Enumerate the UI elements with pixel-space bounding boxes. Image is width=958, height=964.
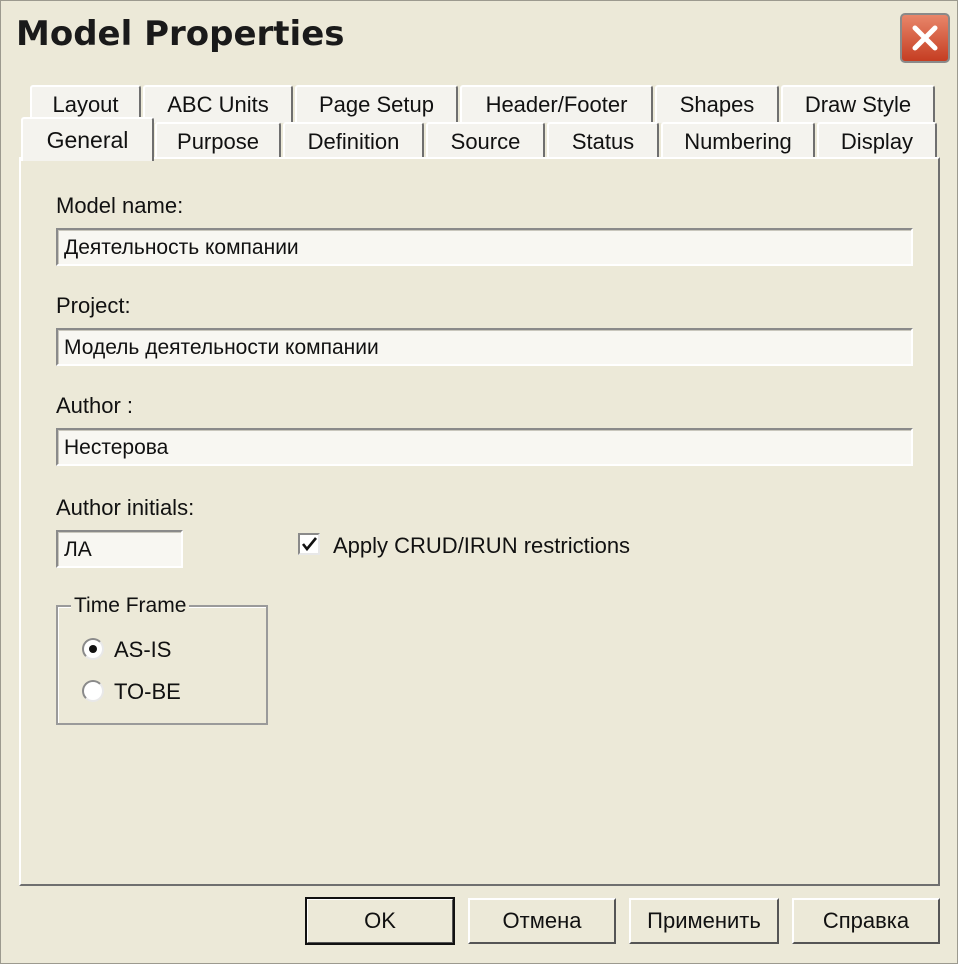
- model-name-input[interactable]: Деятельность компании: [56, 228, 913, 266]
- apply-button[interactable]: Применить: [629, 898, 779, 944]
- tab-general[interactable]: General: [21, 117, 154, 161]
- close-icon: [912, 25, 938, 51]
- tab-definition[interactable]: Definition: [283, 122, 424, 159]
- project-label: Project:: [56, 293, 131, 318]
- to-be-radio[interactable]: [82, 680, 104, 702]
- tab-display[interactable]: Display: [817, 122, 937, 159]
- tab-page-setup[interactable]: Page Setup: [295, 85, 458, 123]
- author-input[interactable]: Нестерова: [56, 428, 913, 466]
- ok-button[interactable]: OK: [305, 897, 455, 945]
- tab-status[interactable]: Status: [547, 122, 659, 159]
- help-button[interactable]: Справка: [792, 898, 940, 944]
- as-is-label[interactable]: AS-IS: [114, 637, 171, 663]
- window-title: Model Properties: [16, 14, 345, 54]
- author-label: Author :: [56, 393, 134, 418]
- time-frame-group: [56, 605, 268, 725]
- radio-selected-dot: [89, 645, 97, 653]
- as-is-radio[interactable]: [82, 638, 104, 660]
- crud-restrictions-label[interactable]: Apply CRUD/IRUN restrictions: [333, 533, 630, 559]
- author-initials-input[interactable]: ЛА: [56, 530, 183, 568]
- tab-header-footer[interactable]: Header/Footer: [460, 85, 653, 123]
- tab-purpose[interactable]: Purpose: [155, 122, 281, 159]
- tab-source[interactable]: Source: [426, 122, 545, 159]
- model-name-label: Model name:: [56, 193, 184, 218]
- author-initials-label: Author initials:: [56, 495, 195, 520]
- general-tab-panel: [19, 157, 940, 886]
- crud-restrictions-checkbox[interactable]: [298, 533, 320, 555]
- to-be-label[interactable]: TO-BE: [114, 679, 181, 705]
- title-bar[interactable]: Model Properties: [2, 2, 956, 68]
- model-properties-dialog: Model Properties Layout ABC Units Page S…: [0, 0, 958, 964]
- tab-numbering[interactable]: Numbering: [661, 122, 815, 159]
- tab-shapes[interactable]: Shapes: [655, 85, 779, 123]
- tab-abc-units[interactable]: ABC Units: [143, 85, 293, 123]
- tab-draw-style[interactable]: Draw Style: [781, 85, 935, 123]
- time-frame-title: Time Frame: [71, 594, 190, 618]
- checkmark-icon: [301, 537, 318, 552]
- close-button[interactable]: [900, 13, 950, 63]
- cancel-button[interactable]: Отмена: [468, 898, 616, 944]
- project-input[interactable]: Модель деятельности компании: [56, 328, 913, 366]
